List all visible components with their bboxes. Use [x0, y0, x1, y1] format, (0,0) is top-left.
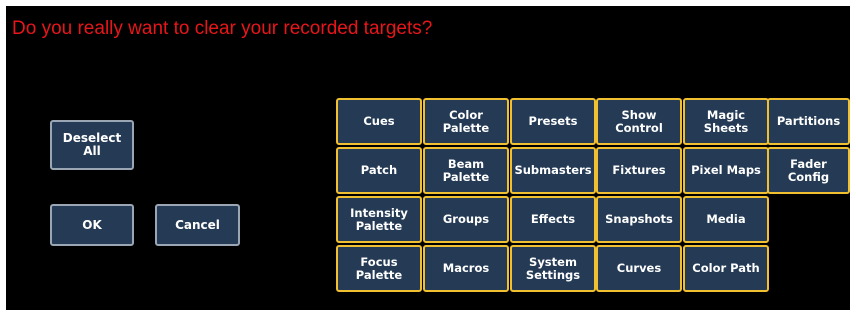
target-patch-button[interactable]: Patch [336, 147, 422, 194]
ok-button[interactable]: OK [50, 204, 134, 246]
target-beam-palette-button[interactable]: Beam Palette [423, 147, 509, 194]
cancel-button[interactable]: Cancel [155, 204, 240, 246]
target-cues-button[interactable]: Cues [336, 98, 422, 145]
target-color-palette-button[interactable]: Color Palette [423, 98, 509, 145]
target-fader-config-button[interactable]: Fader Config [767, 147, 850, 194]
target-presets-button[interactable]: Presets [510, 98, 596, 145]
target-snapshots-button[interactable]: Snapshots [596, 196, 682, 243]
target-magic-sheets-button[interactable]: Magic Sheets [683, 98, 769, 145]
target-color-path-button[interactable]: Color Path [683, 245, 769, 292]
confirmation-prompt: Do you really want to clear your recorde… [12, 18, 433, 39]
target-effects-button[interactable]: Effects [510, 196, 596, 243]
target-intensity-palette-button[interactable]: Intensity Palette [336, 196, 422, 243]
target-media-button[interactable]: Media [683, 196, 769, 243]
target-pixel-maps-button[interactable]: Pixel Maps [683, 147, 769, 194]
target-groups-button[interactable]: Groups [423, 196, 509, 243]
target-macros-button[interactable]: Macros [423, 245, 509, 292]
target-partitions-button[interactable]: Partitions [767, 98, 850, 145]
target-curves-button[interactable]: Curves [596, 245, 682, 292]
deselect-all-button[interactable]: Deselect All [50, 120, 134, 170]
clear-targets-dialog: Do you really want to clear your recorde… [6, 6, 850, 310]
target-system-settings-button[interactable]: System Settings [510, 245, 596, 292]
target-show-control-button[interactable]: Show Control [596, 98, 682, 145]
target-submasters-button[interactable]: Submasters [510, 147, 596, 194]
target-focus-palette-button[interactable]: Focus Palette [336, 245, 422, 292]
target-fixtures-button[interactable]: Fixtures [596, 147, 682, 194]
